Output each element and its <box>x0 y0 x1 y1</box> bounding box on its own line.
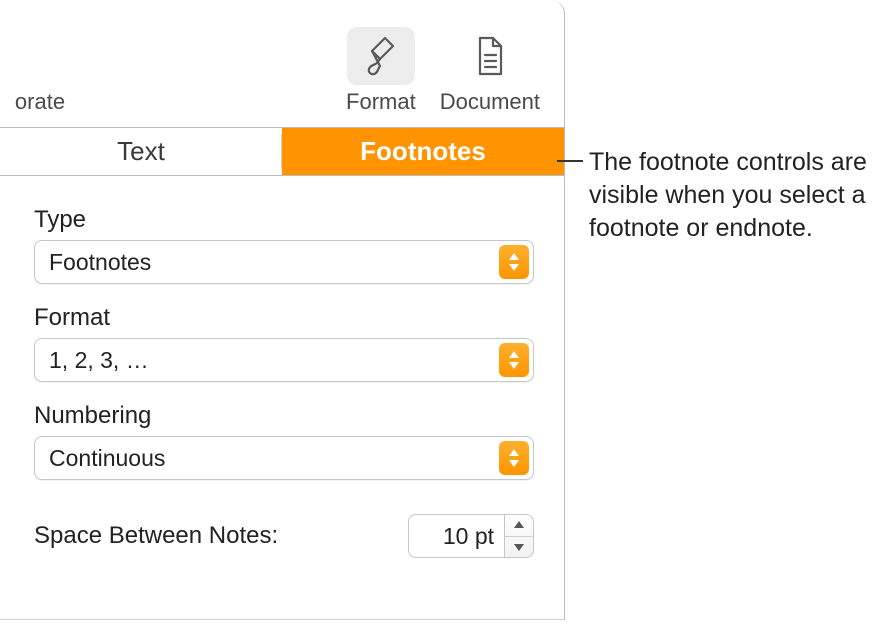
paintbrush-icon <box>347 27 415 85</box>
numbering-popup[interactable]: Continuous <box>34 436 534 480</box>
stepper-down-button[interactable] <box>505 537 533 558</box>
chevron-down-icon <box>513 543 525 551</box>
callout-text: The footnote controls are visible when y… <box>575 146 887 245</box>
inspector-panel: orate Format <box>0 0 565 620</box>
chevron-up-icon <box>513 521 525 529</box>
type-label: Type <box>34 206 534 234</box>
numbering-label: Numbering <box>34 402 534 430</box>
popup-arrows-icon <box>499 245 529 279</box>
space-input[interactable]: 10 pt <box>408 514 504 558</box>
toolbar: orate Format <box>0 0 564 128</box>
format-toolbar-label: Format <box>346 89 416 115</box>
tab-text[interactable]: Text <box>0 128 282 175</box>
format-value: 1, 2, 3, … <box>49 347 533 374</box>
numbering-field: Numbering Continuous <box>34 402 534 480</box>
popup-arrows-icon <box>499 441 529 475</box>
format-field: Format 1, 2, 3, … <box>34 304 534 382</box>
tab-text-label: Text <box>117 136 165 167</box>
document-toolbar-label: Document <box>440 89 540 115</box>
tab-footnotes[interactable]: Footnotes <box>282 128 564 175</box>
space-stepper: 10 pt <box>408 514 534 558</box>
inspector-tabs: Text Footnotes <box>0 128 564 176</box>
space-label: Space Between Notes: <box>34 522 278 550</box>
type-popup[interactable]: Footnotes <box>34 240 534 284</box>
tab-footnotes-label: Footnotes <box>360 136 486 167</box>
numbering-value: Continuous <box>49 445 533 472</box>
type-field: Type Footnotes <box>34 206 534 284</box>
stepper-buttons <box>504 514 534 558</box>
toolbar-truncated-label: orate <box>15 89 65 114</box>
format-popup[interactable]: 1, 2, 3, … <box>34 338 534 382</box>
space-row: Space Between Notes: 10 pt <box>34 514 534 558</box>
footnote-controls: Type Footnotes Format 1, 2, 3, … Numberi… <box>0 176 564 558</box>
type-value: Footnotes <box>49 249 533 276</box>
format-toolbar-button[interactable]: Format <box>346 27 416 115</box>
document-icon <box>456 27 524 85</box>
document-toolbar-button[interactable]: Document <box>440 27 540 115</box>
stepper-up-button[interactable] <box>505 515 533 537</box>
format-label: Format <box>34 304 534 332</box>
callout: The footnote controls are visible when y… <box>575 146 887 245</box>
popup-arrows-icon <box>499 343 529 377</box>
toolbar-truncated-item[interactable]: orate <box>0 89 80 115</box>
space-value: 10 pt <box>443 523 494 550</box>
